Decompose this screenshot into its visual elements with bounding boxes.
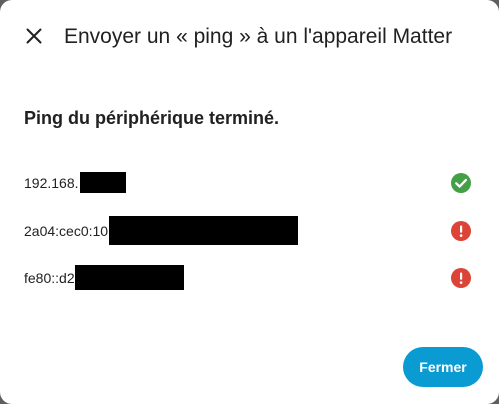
ip-address: 192.168. <box>24 175 79 191</box>
close-button[interactable] <box>16 18 52 54</box>
redacted-address-part <box>75 265 184 290</box>
ip-address: fe80::d2 <box>24 270 75 286</box>
ip-address: 2a04:cec0:10 <box>24 223 109 239</box>
dialog-title: Envoyer un « ping » à un l'appareil Matt… <box>64 25 453 48</box>
redacted-address-part <box>80 172 126 193</box>
ping-result-row: fe80::d2 <box>24 263 476 293</box>
alert-circle-icon <box>451 268 471 288</box>
close-icon <box>26 28 42 44</box>
ping-result-heading: Ping du périphérique terminé. <box>24 108 280 128</box>
check-circle-icon <box>451 173 471 193</box>
ping-result-row: 192.168. <box>24 168 476 198</box>
dialog-header: Envoyer un « ping » à un l'appareil Matt… <box>0 0 499 72</box>
redacted-address-part <box>109 216 298 245</box>
alert-circle-icon <box>451 221 471 241</box>
ping-result-row: 2a04:cec0:10 <box>24 216 476 246</box>
close-dialog-button[interactable]: Fermer <box>403 347 483 387</box>
ping-dialog: Envoyer un « ping » à un l'appareil Matt… <box>0 0 499 404</box>
